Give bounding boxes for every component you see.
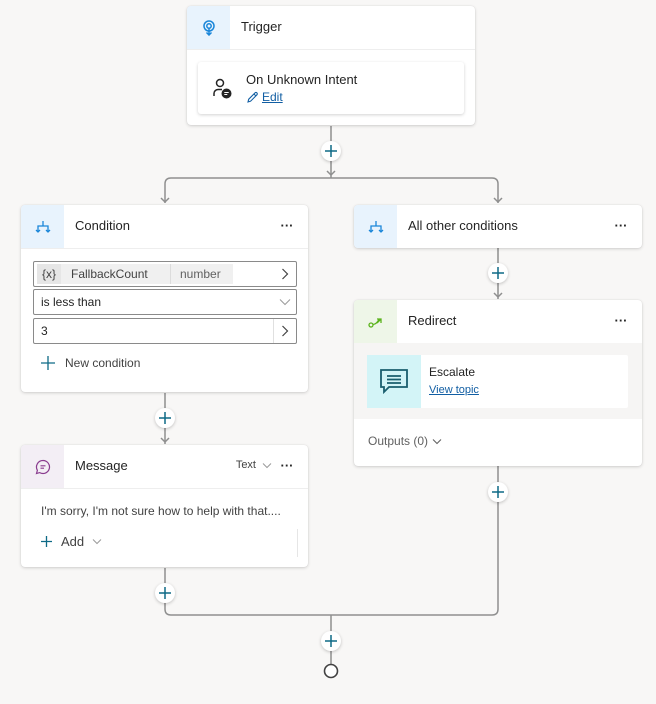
add-node-button[interactable]: [155, 408, 175, 428]
redirect-body: Escalate View topic: [354, 343, 642, 419]
chat-message-icon: [367, 355, 421, 408]
add-node-button[interactable]: [488, 482, 508, 502]
add-node-button[interactable]: [321, 631, 341, 651]
new-condition-button[interactable]: New condition: [41, 356, 140, 370]
chevron-right-icon[interactable]: [274, 262, 296, 286]
add-message-button[interactable]: Add: [41, 534, 102, 549]
chevron-right-icon[interactable]: [273, 319, 296, 343]
edit-trigger-link[interactable]: Edit: [246, 90, 283, 104]
other-conditions-card[interactable]: All other conditions ···: [354, 205, 642, 248]
chevron-down-icon: [432, 438, 442, 444]
person-chat-icon: [212, 78, 234, 105]
message-card[interactable]: Message Text ··· I'm sorry, I'm not sure…: [21, 445, 308, 567]
message-type-dropdown[interactable]: Text: [236, 459, 272, 471]
outputs-toggle[interactable]: Outputs (0): [368, 434, 442, 448]
plus-icon: [159, 412, 171, 424]
divider: [297, 529, 298, 557]
branch-icon: [354, 205, 397, 248]
plus-icon: [325, 145, 337, 157]
outputs-label: Outputs (0): [368, 434, 429, 448]
trigger-title: Trigger: [241, 19, 282, 34]
plus-icon: [492, 267, 504, 279]
more-options-button[interactable]: ···: [276, 215, 298, 235]
condition-value: 3: [41, 324, 48, 338]
variable-icon: {x}: [37, 264, 61, 284]
other-conditions-title: All other conditions: [408, 218, 518, 233]
variable-name: FallbackCount: [61, 264, 171, 284]
add-node-button[interactable]: [155, 583, 175, 603]
end-node: [323, 663, 339, 679]
message-icon: [21, 445, 64, 488]
chevron-down-icon: [92, 539, 102, 545]
chevron-down-icon: [262, 462, 272, 468]
message-title: Message: [75, 458, 128, 473]
plus-icon: [41, 356, 55, 370]
redirect-icon: [354, 300, 397, 343]
plus-icon: [492, 486, 504, 498]
plus-icon: [41, 536, 52, 547]
condition-title: Condition: [75, 218, 130, 233]
variable-type: number: [171, 264, 233, 284]
message-type-label: Text: [235, 459, 256, 471]
condition-card[interactable]: Condition ··· {x} FallbackCount number i…: [21, 205, 308, 392]
redirect-title: Redirect: [408, 313, 457, 328]
new-condition-label: New condition: [65, 356, 141, 370]
pencil-icon: [246, 91, 259, 104]
operator-value: is less than: [41, 295, 102, 309]
branch-icon: [21, 205, 64, 248]
add-node-button[interactable]: [321, 141, 341, 161]
add-label: Add: [61, 534, 85, 549]
add-node-button[interactable]: [488, 263, 508, 283]
trigger-event-box[interactable]: On Unknown Intent Edit: [198, 62, 464, 114]
condition-value-input[interactable]: 3: [33, 318, 297, 344]
trigger-card[interactable]: Trigger On Unknown Intent Edit: [187, 6, 475, 125]
topic-name: Escalate: [429, 365, 476, 379]
edit-label[interactable]: Edit: [262, 90, 283, 104]
operator-dropdown[interactable]: is less than: [33, 289, 297, 315]
message-text[interactable]: I'm sorry, I'm not sure how to help with…: [41, 504, 281, 518]
redirect-card[interactable]: Redirect ··· Escalate View topic Outputs…: [354, 300, 642, 466]
more-options-button[interactable]: ···: [610, 310, 632, 330]
view-topic-link[interactable]: View topic: [429, 384, 479, 396]
trigger-pin-icon: [187, 6, 230, 49]
trigger-event-name: On Unknown Intent: [246, 72, 358, 87]
topic-box[interactable]: Escalate View topic: [367, 355, 628, 408]
condition-variable-field[interactable]: {x} FallbackCount number: [33, 261, 297, 287]
more-options-button[interactable]: ···: [610, 215, 632, 235]
plus-icon: [325, 635, 337, 647]
more-options-button[interactable]: ···: [276, 455, 298, 475]
chevron-down-icon: [274, 290, 296, 314]
plus-icon: [159, 587, 171, 599]
